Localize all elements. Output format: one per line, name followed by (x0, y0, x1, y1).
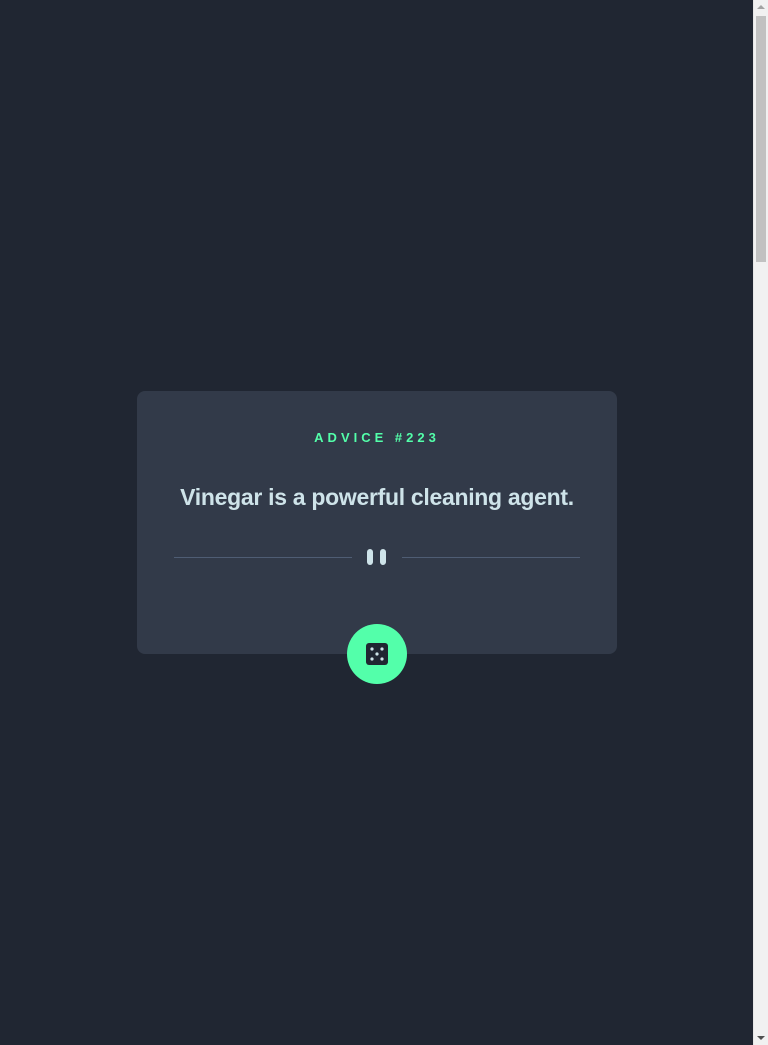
scrollbar-thumb[interactable] (756, 16, 766, 262)
pause-icon (367, 549, 387, 565)
divider-line-left (174, 557, 352, 558)
dice-icon (366, 643, 388, 665)
scroll-up-arrow-icon[interactable] (757, 5, 765, 9)
pattern-divider (174, 549, 580, 565)
divider-line-right (402, 557, 580, 558)
advice-card: ADVICE #223 Vinegar is a powerful cleani… (137, 391, 617, 654)
generate-advice-button[interactable] (347, 624, 407, 684)
page-background: ADVICE #223 Vinegar is a powerful cleani… (0, 0, 753, 1045)
pause-bar-left (367, 549, 373, 565)
scroll-down-arrow-icon[interactable] (757, 1036, 765, 1040)
pause-bar-right (380, 549, 386, 565)
advice-id-heading: ADVICE #223 (314, 430, 440, 445)
vertical-scrollbar[interactable] (753, 0, 768, 1045)
advice-quote: Vinegar is a powerful cleaning agent. (180, 484, 574, 510)
